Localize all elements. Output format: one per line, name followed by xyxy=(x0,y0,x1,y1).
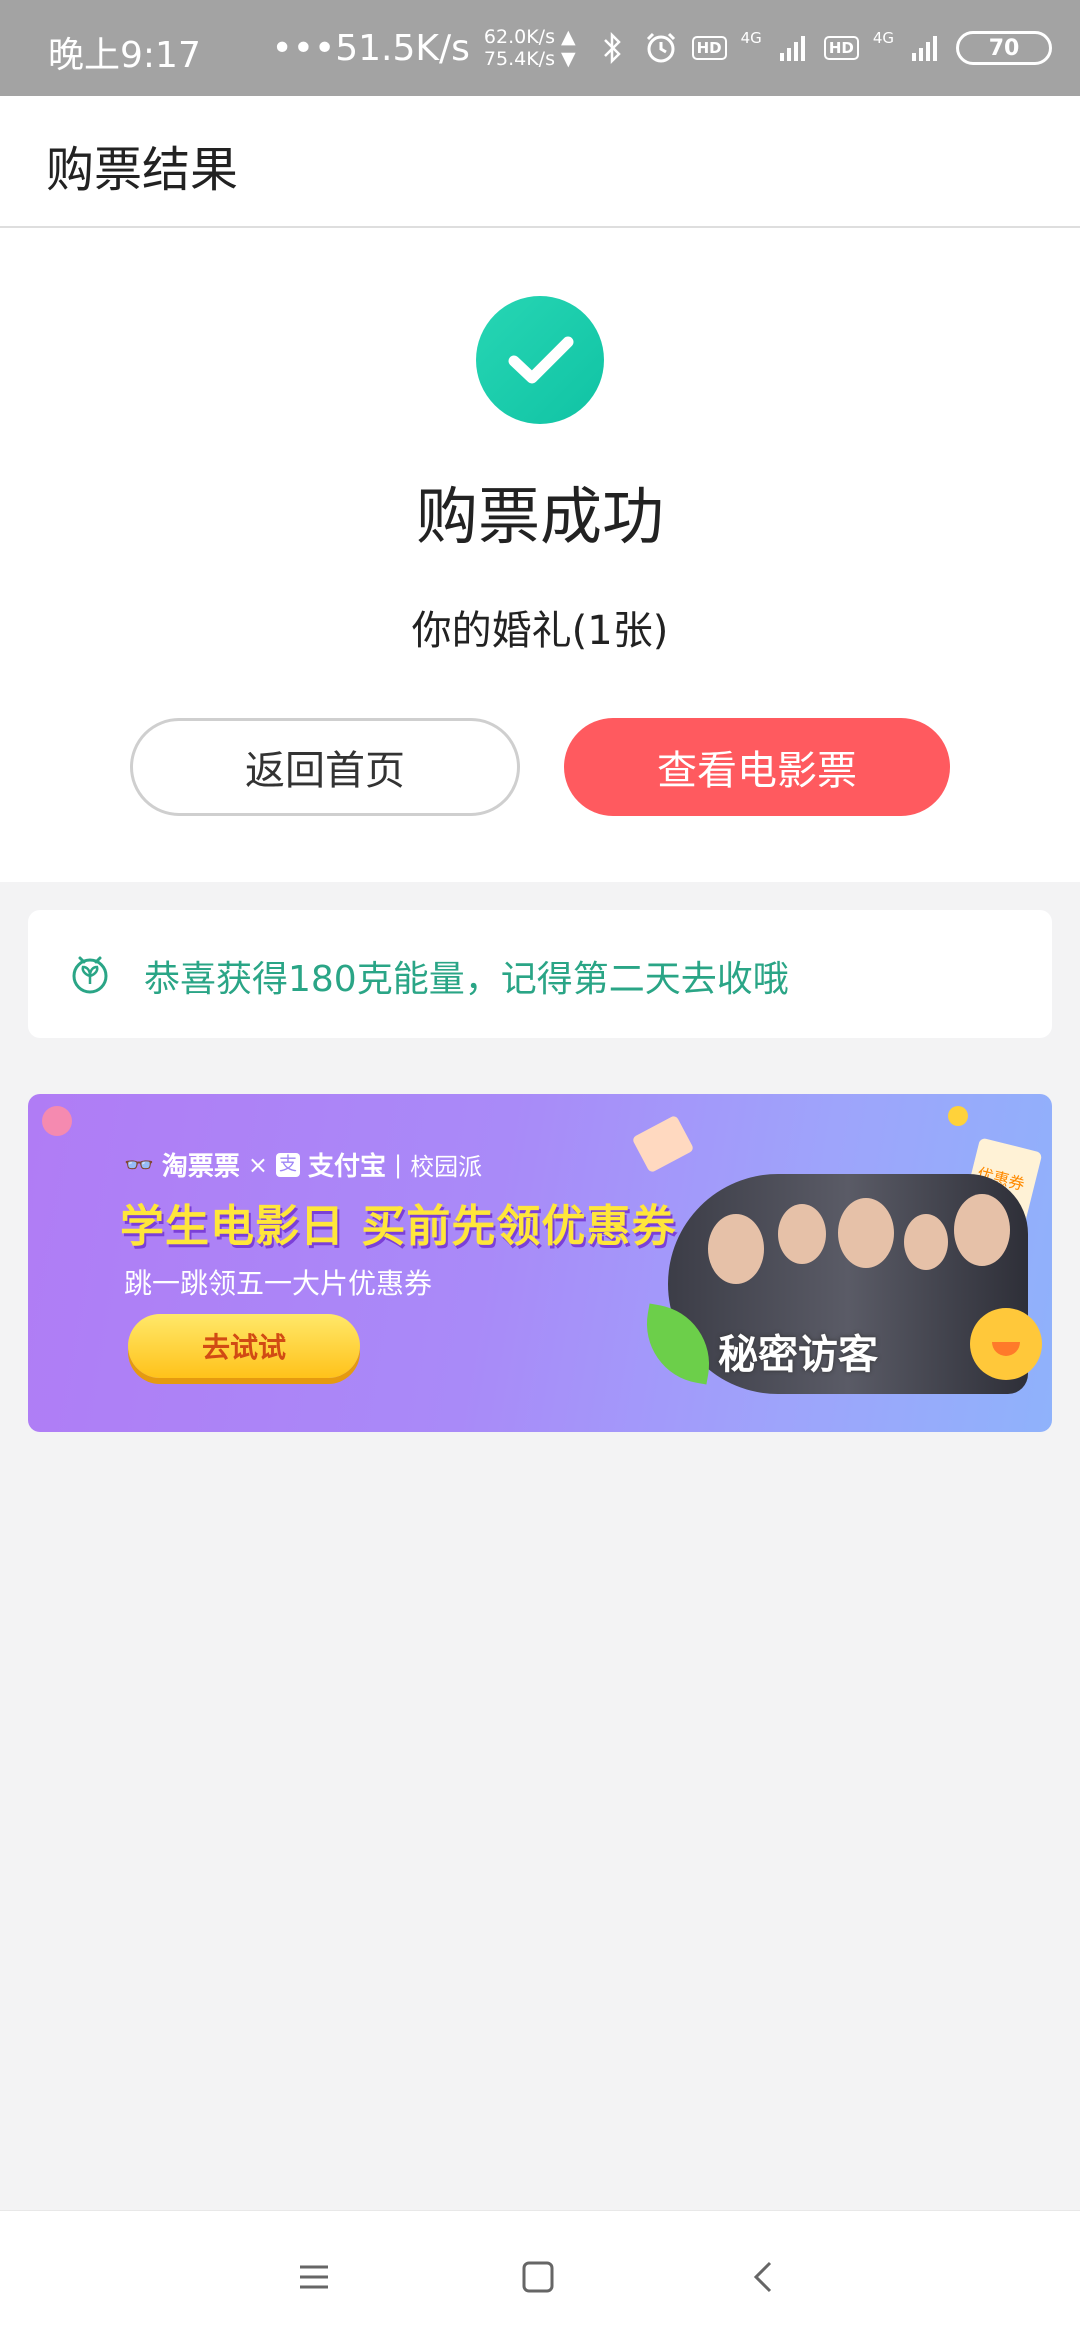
ticket-info: 你的婚礼(1张) xyxy=(411,608,669,654)
hd-icon-2: HD xyxy=(823,36,859,60)
success-title: 购票成功 xyxy=(415,480,664,553)
purchase-result-panel: 购票成功 你的婚礼(1张) 返回首页 查看电影票 xyxy=(0,228,1080,882)
signal-icon-2 xyxy=(908,31,942,65)
network-type-2: 4G xyxy=(872,29,894,47)
promo-banner[interactable]: 👓 淘票票 × 支 支付宝 | 校园派 学生电影日 买前先领优惠券 跳一跳领五一… xyxy=(28,1094,1052,1432)
brand-taopiaopiao: 淘票票 xyxy=(161,1152,240,1182)
brand-alipay: 支付宝 xyxy=(308,1152,387,1182)
bluetooth-icon xyxy=(596,31,630,65)
energy-text: 恭喜获得180克能量，记得第二天去收哦 xyxy=(144,959,789,1000)
chick-mascot-icon xyxy=(970,1308,1042,1380)
upload-rate: 62.0K/s ▲ xyxy=(483,26,576,48)
ticket-decoration xyxy=(631,1114,695,1174)
movie-title: 秘密访客 xyxy=(718,1332,878,1378)
alarm-icon xyxy=(644,31,678,65)
actor-face xyxy=(904,1214,948,1270)
banner-subtitle: 跳一跳领五一大片优惠券 xyxy=(124,1267,433,1300)
banner-brand: 👓 淘票票 × 支 支付宝 | 校园派 xyxy=(124,1146,482,1183)
signal-icon xyxy=(776,31,810,65)
actor-face xyxy=(954,1194,1010,1266)
success-check-icon xyxy=(476,296,604,424)
pink-bubble-decoration xyxy=(42,1106,72,1136)
brand-campus: 校园派 xyxy=(410,1153,483,1181)
brand-separator: × xyxy=(247,1150,269,1179)
yellow-bubble-decoration xyxy=(948,1106,968,1126)
network-type: 4G xyxy=(740,29,762,47)
view-ticket-button[interactable]: 查看电影票 xyxy=(564,718,950,816)
status-bar: 晚上9:17 •••51.5K/s 62.0K/s ▲ 75.4K/s ▼ HD… xyxy=(0,0,1080,96)
status-time: 晚上9:17 xyxy=(48,35,201,76)
energy-sprout-icon xyxy=(72,956,108,994)
page-header: 购票结果 xyxy=(0,96,1080,228)
menu-icon[interactable] xyxy=(290,2253,338,2301)
home-icon[interactable] xyxy=(514,2253,562,2301)
system-navigation-bar xyxy=(0,2210,1080,2341)
page-title: 购票结果 xyxy=(46,142,239,198)
brand-divider: | xyxy=(394,1150,403,1179)
hd-icon: HD xyxy=(691,36,727,60)
back-home-button[interactable]: 返回首页 xyxy=(130,718,520,816)
back-icon[interactable] xyxy=(740,2253,788,2301)
actor-face xyxy=(708,1214,764,1284)
taopiaopiao-logo-icon: 👓 xyxy=(124,1150,154,1179)
battery-indicator: 70 xyxy=(956,31,1052,65)
actor-face xyxy=(838,1198,894,1268)
alipay-logo-icon: 支 xyxy=(276,1152,301,1177)
network-rates: 62.0K/s ▲ 75.4K/s ▼ xyxy=(484,26,576,70)
actor-face xyxy=(778,1204,826,1264)
status-icons: •••51.5K/s 62.0K/s ▲ 75.4K/s ▼ HD 4G HD … xyxy=(272,18,1052,78)
banner-try-button[interactable]: 去试试 xyxy=(128,1314,360,1378)
network-speed: •••51.5K/s xyxy=(271,27,470,69)
banner-title: 学生电影日 买前先领优惠券 xyxy=(120,1201,677,1252)
energy-notice[interactable]: 恭喜获得180克能量，记得第二天去收哦 xyxy=(28,910,1052,1038)
download-rate: 75.4K/s ▼ xyxy=(483,48,576,70)
